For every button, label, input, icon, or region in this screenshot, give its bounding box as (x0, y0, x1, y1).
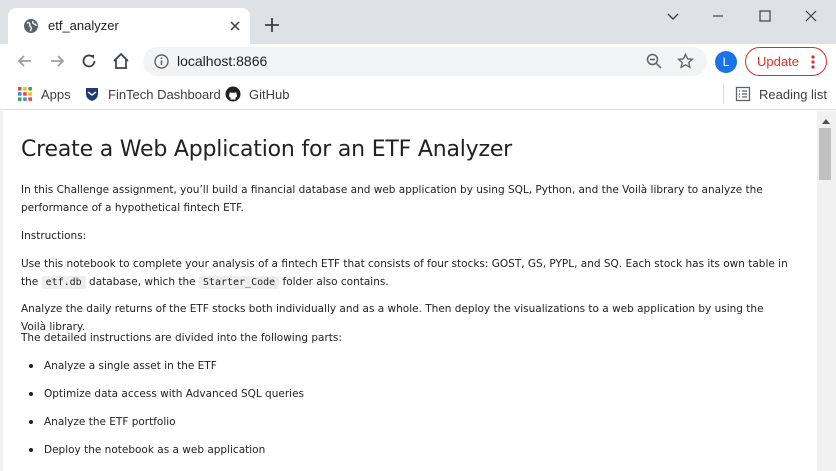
maximize-icon[interactable] (755, 6, 775, 26)
address-url[interactable]: localhost:8866 (177, 53, 267, 69)
minimize-icon[interactable] (708, 6, 728, 26)
paragraph-text: folder also contains. (282, 276, 389, 288)
intro-paragraph: In this Challenge assignment, you’ll bui… (21, 184, 763, 214)
list-item: Analyze a single asset in the ETF (29, 357, 217, 375)
tab-strip: etf_analyzer (0, 0, 836, 44)
github-icon (225, 86, 241, 102)
bookmarks-divider (723, 84, 724, 104)
globe-icon (24, 19, 38, 33)
tab-etf-analyzer[interactable]: etf_analyzer (8, 8, 250, 44)
bookmark-label: Apps (41, 87, 71, 102)
close-tab-icon[interactable] (226, 17, 244, 35)
window-close-icon[interactable] (801, 6, 821, 26)
list-item: Deploy the notebook as a web application (28, 441, 265, 459)
more-vert-icon (811, 55, 815, 69)
code-starter-code: Starter_Code (198, 276, 280, 289)
shield-crest-icon (86, 88, 98, 101)
paragraph-stocks: Use this notebook to complete your analy… (21, 255, 791, 292)
reading-list-label: Reading list (759, 87, 827, 102)
zoom-icon[interactable] (645, 52, 663, 70)
home-icon[interactable] (111, 51, 131, 71)
update-label: Update (757, 54, 799, 69)
browser-toolbar: localhost:8866 L Update (0, 44, 836, 79)
bookmark-star-icon[interactable] (676, 52, 695, 71)
bookmarks-bar: Apps FinTech Dashboard GitHub Reading li… (0, 79, 836, 110)
paragraph-text: database, which the (89, 276, 196, 288)
profile-avatar[interactable]: L (715, 51, 737, 73)
new-tab-icon[interactable] (262, 15, 282, 35)
paragraph-parts: The detailed instructions are divided in… (21, 332, 342, 344)
address-bar[interactable]: localhost:8866 (143, 47, 707, 76)
forward-arrow-icon[interactable] (47, 51, 67, 71)
vertical-scrollbar[interactable] (817, 111, 836, 471)
list-item: Analyze the ETF portfolio (29, 413, 176, 431)
tab-search-chevron-icon[interactable] (663, 6, 683, 26)
page-title: Create a Web Application for an ETF Anal… (21, 137, 513, 162)
update-button[interactable]: Update (745, 47, 827, 76)
apps-grid-icon (18, 87, 32, 101)
instructions-label: Instructions: (21, 230, 87, 242)
bookmark-label: GitHub (249, 87, 290, 102)
page-viewport: Create a Web Application for an ETF Anal… (0, 111, 836, 471)
scroll-up-arrow-icon[interactable] (822, 119, 830, 124)
reading-list-icon (735, 86, 751, 102)
tab-title: etf_analyzer (48, 18, 119, 33)
info-icon[interactable] (153, 53, 170, 70)
page-left-edge (0, 111, 3, 471)
back-arrow-icon[interactable] (15, 51, 35, 71)
code-etf-db: etf.db (41, 276, 86, 289)
list-item: Optimize data access with Advanced SQL q… (28, 385, 304, 403)
bookmark-label: FinTech Dashboard (108, 87, 221, 102)
reload-icon[interactable] (79, 51, 99, 71)
scrollbar-thumb[interactable] (819, 128, 831, 180)
